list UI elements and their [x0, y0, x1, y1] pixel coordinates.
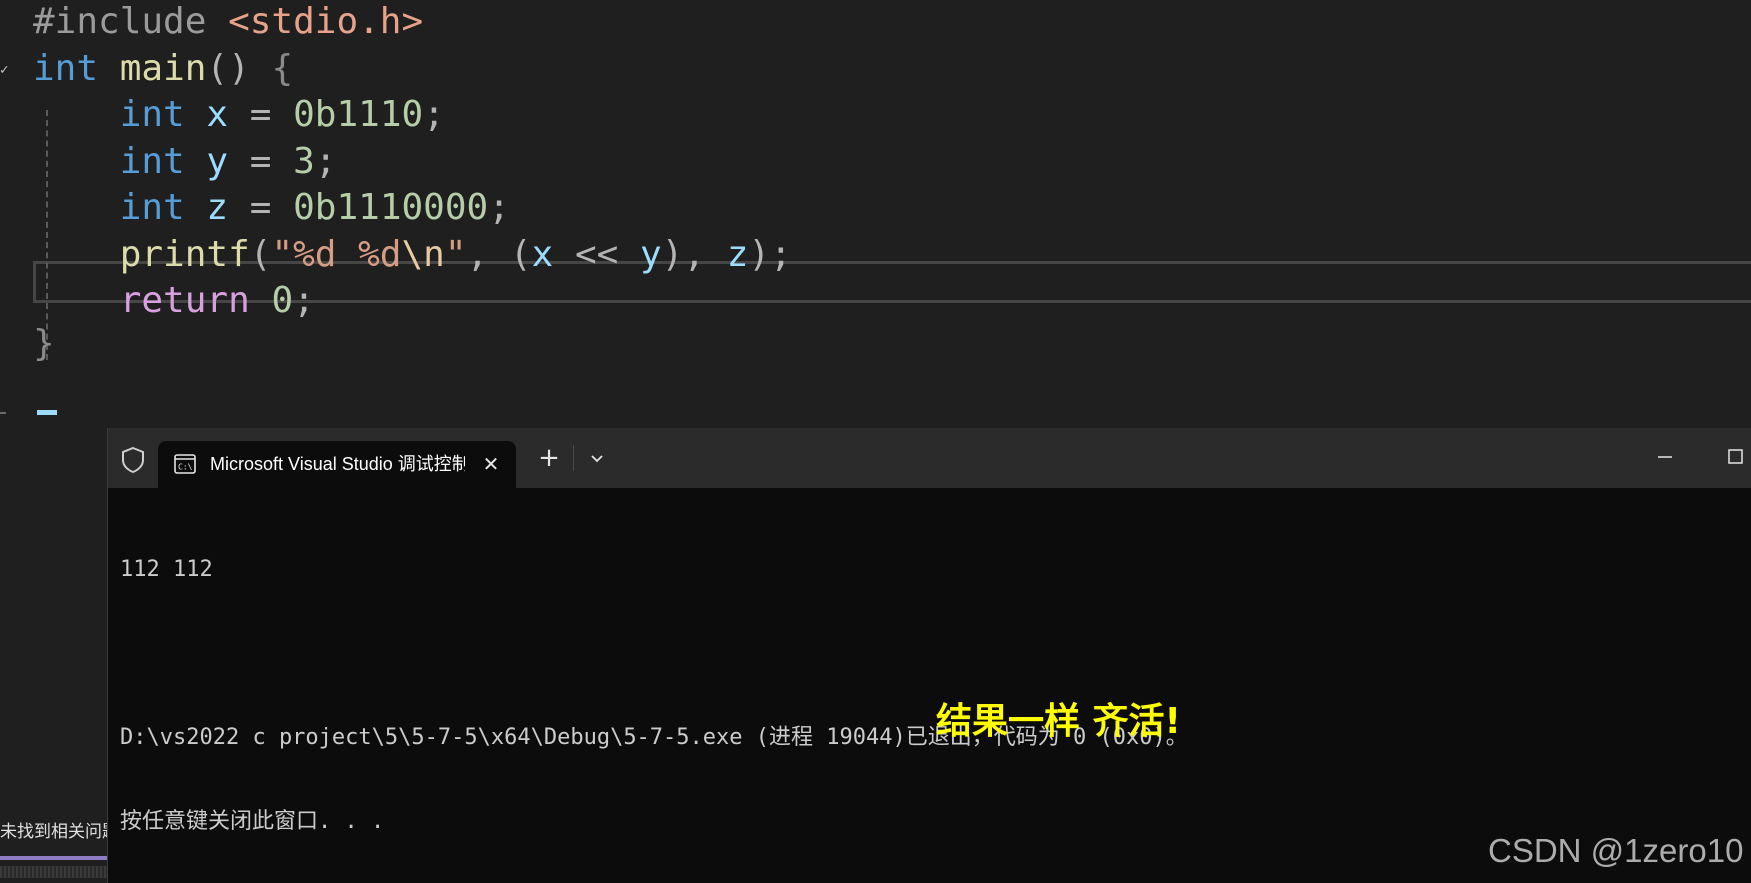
titlebar-divider	[573, 445, 574, 471]
title-bar[interactable]: C:\ Microsoft Visual Studio 调试控制台 ✕ +	[108, 428, 1751, 488]
code-token: y	[206, 141, 229, 182]
code-token: <<	[553, 234, 640, 275]
console-line: D:\vs2022 c project\5\5-7-5\x64\Debug\5-…	[120, 725, 1188, 750]
code-token: #include	[33, 1, 229, 42]
code-token: int	[33, 141, 185, 182]
annotation-text: 结果一样 齐活!	[936, 701, 1181, 742]
code-token: {	[249, 48, 294, 89]
code-token: );	[748, 234, 792, 275]
code-token: ;	[314, 141, 337, 182]
code-line-1: #include <stdio.h>	[33, 0, 423, 48]
new-tab-button[interactable]: +	[535, 444, 563, 472]
chevron-down-icon[interactable]	[586, 446, 608, 470]
code-token: }	[33, 323, 55, 364]
error-list-status[interactable]: 未找到相关问题	[0, 818, 107, 846]
code-token: (	[509, 234, 532, 275]
code-editor[interactable]: ✓ #include <stdio.h> int main() { int x …	[0, 0, 1751, 428]
tab-close-icon[interactable]: ✕	[480, 453, 502, 475]
code-token: int	[33, 48, 99, 89]
code-token: int	[33, 94, 185, 135]
code-token: =	[228, 94, 294, 135]
maximize-icon[interactable]	[1718, 442, 1751, 472]
code-token: z	[206, 187, 229, 228]
code-token: 3	[293, 141, 315, 182]
code-token: y	[639, 234, 662, 275]
shield-icon[interactable]	[120, 446, 146, 474]
minimize-icon[interactable]	[1648, 442, 1682, 472]
code-line-2: int main() {	[33, 43, 293, 95]
code-token: x	[531, 234, 554, 275]
fold-marker-icon[interactable]: ✓	[0, 63, 8, 77]
tab-debug-console[interactable]: C:\ Microsoft Visual Studio 调试控制台 ✕	[158, 441, 516, 488]
code-token: =	[228, 141, 294, 182]
console-output[interactable]: 112 112 D:\vs2022 c project\5\5-7-5\x64\…	[120, 500, 1740, 883]
code-token: 0b1110	[293, 94, 424, 135]
screenshot-root: ✓ #include <stdio.h> int main() { int x …	[0, 0, 1751, 883]
panel-resize-grip[interactable]	[0, 866, 107, 878]
status-accent-bar	[0, 856, 107, 860]
code-line-7: return 0;	[33, 275, 315, 327]
debug-console-window: C:\ Microsoft Visual Studio 调试控制台 ✕ + 11…	[107, 428, 1751, 883]
console-app-icon: C:\	[174, 454, 196, 474]
code-token: 0b1110000	[293, 187, 489, 228]
code-token: z	[726, 234, 749, 275]
watermark: CSDN @1zero10	[1488, 832, 1744, 869]
tab-title: Microsoft Visual Studio 调试控制台	[210, 454, 465, 474]
code-token: int	[33, 187, 185, 228]
code-token: printf	[33, 234, 250, 275]
code-token: "	[444, 234, 467, 275]
code-token: ()	[206, 48, 250, 89]
code-line-5: int z = 0b1110000;	[33, 182, 510, 234]
code-token: ),	[661, 234, 727, 275]
code-line-4: int y = 3;	[33, 136, 337, 188]
code-token: x	[206, 94, 229, 135]
code-line-3: int x = 0b1110;	[33, 89, 445, 141]
svg-text:C:\: C:\	[178, 463, 193, 472]
code-token: ;	[488, 187, 510, 228]
text-caret	[37, 410, 57, 415]
code-token: =	[228, 187, 294, 228]
code-line-8: }	[33, 318, 55, 370]
code-token: "%d %d	[271, 234, 402, 275]
code-token: ;	[423, 94, 445, 135]
code-token: ,	[466, 234, 510, 275]
console-line: 112 112	[120, 557, 213, 582]
code-token: ;	[293, 280, 315, 321]
code-token: <stdio.h>	[228, 1, 424, 42]
code-token: \n	[401, 234, 445, 275]
code-line-6: printf("%d %d\n", (x << y), z);	[33, 229, 792, 281]
gutter-marker	[0, 412, 6, 414]
code-token: return	[33, 280, 250, 321]
code-token: (	[249, 234, 272, 275]
code-token: main	[119, 48, 207, 89]
code-token: 0	[271, 280, 294, 321]
